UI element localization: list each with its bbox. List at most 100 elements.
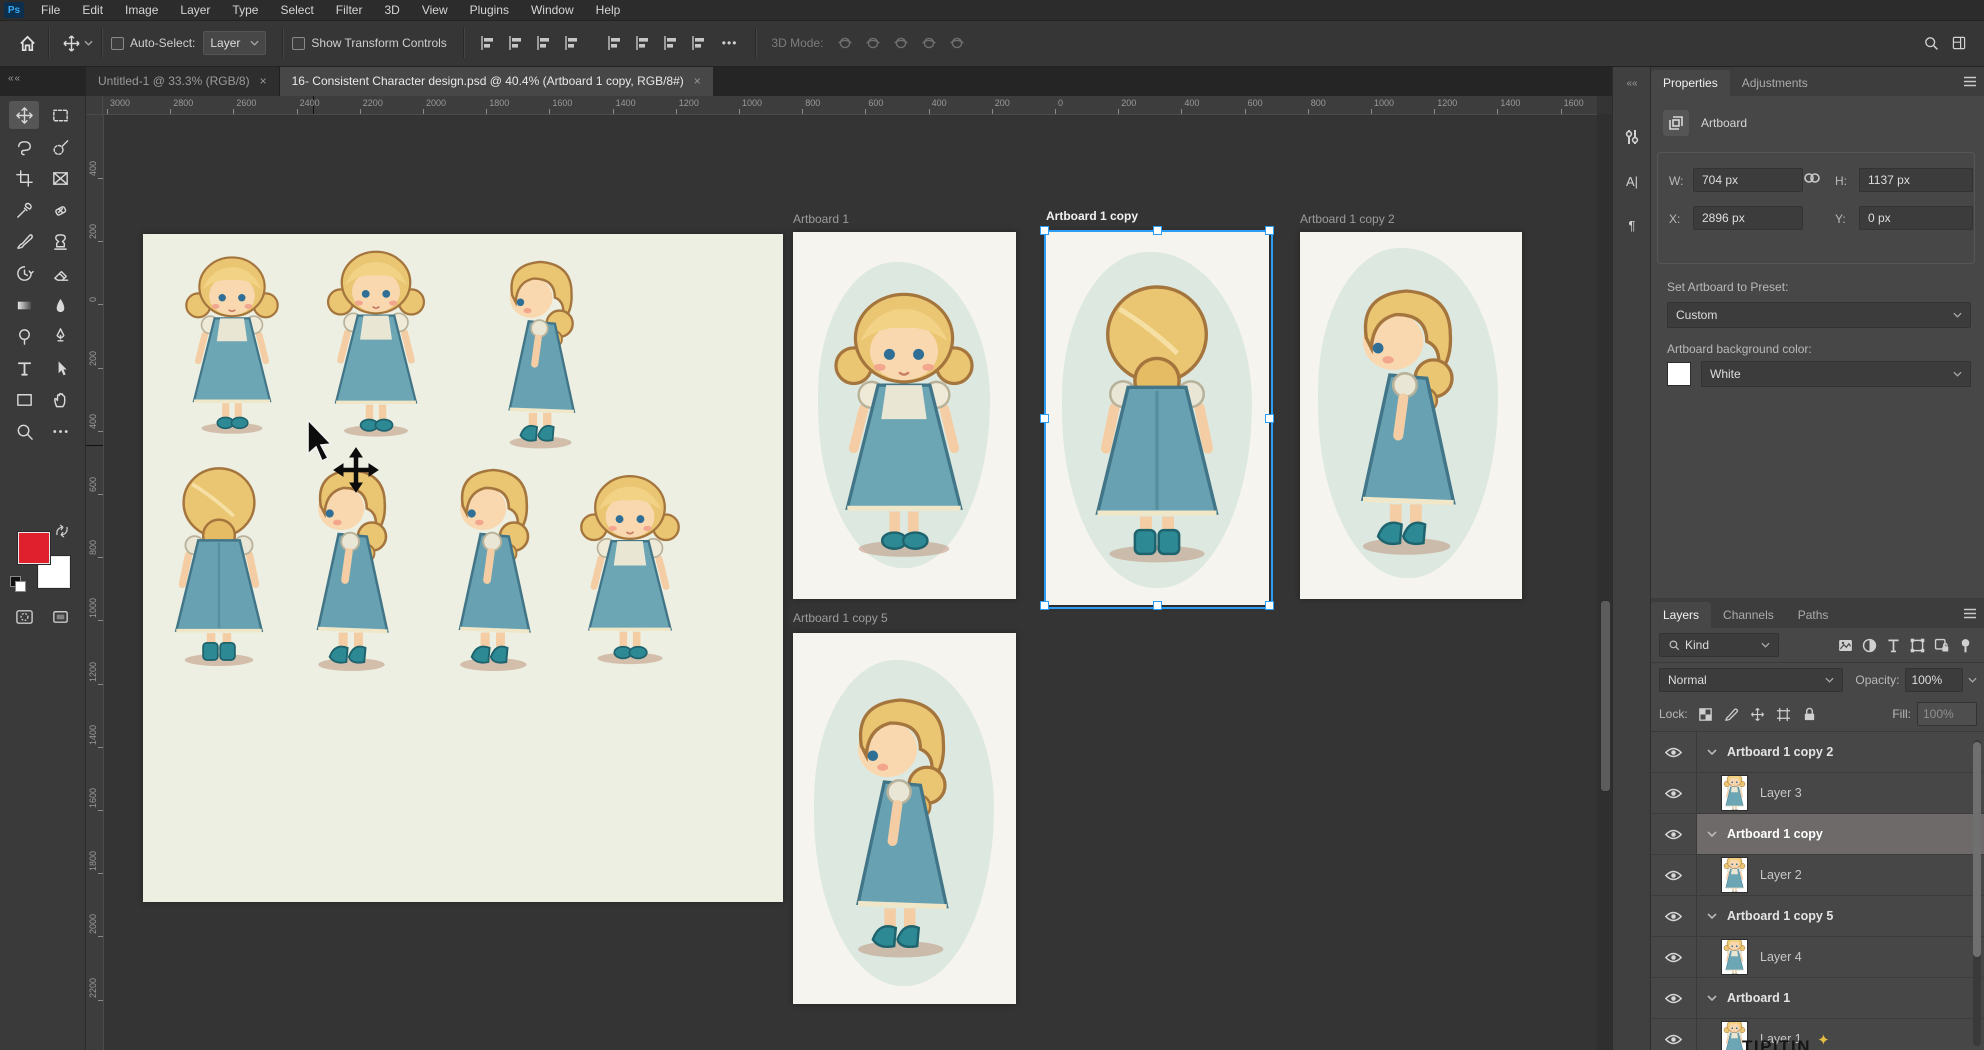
collapse-dock-icon[interactable]: «« [1613, 68, 1651, 98]
foreground-color-swatch[interactable] [18, 532, 50, 564]
lock-artboard-icon[interactable] [1774, 705, 1794, 723]
layer-row[interactable]: Layer 2 [1651, 855, 1984, 896]
gradient-tool[interactable] [9, 291, 39, 319]
auto-select-target-dropdown[interactable]: Layer [203, 31, 266, 55]
tab-paths[interactable]: Paths [1786, 602, 1841, 628]
clone-stamp-tool[interactable] [45, 227, 75, 255]
document-tab-character-design[interactable]: 16- Consistent Character design.psd @ 40… [280, 66, 713, 96]
crop-tool[interactable] [9, 164, 39, 192]
screen-mode-button[interactable] [45, 602, 75, 630]
chevron-down-icon[interactable] [84, 40, 93, 46]
menu-help[interactable]: Help [585, 0, 632, 20]
collapse-toolbar-icon[interactable]: «« [8, 73, 21, 84]
layer-group-row[interactable]: Artboard 1 copy 2 [1651, 732, 1984, 773]
visibility-eye-icon[interactable] [1651, 937, 1697, 977]
blur-tool[interactable] [45, 291, 75, 319]
menu-filter[interactable]: Filter [325, 0, 374, 20]
layer-group-row[interactable]: Artboard 1 copy [1651, 814, 1984, 855]
filter-adjustment-layers-icon[interactable] [1857, 634, 1881, 656]
lock-all-icon[interactable] [1800, 705, 1820, 723]
dodge-tool[interactable] [9, 322, 39, 350]
selection-handle[interactable] [1040, 226, 1049, 235]
menu-file[interactable]: File [30, 0, 71, 20]
hand-tool[interactable] [45, 385, 75, 413]
frame-tool[interactable] [45, 164, 75, 192]
tab-adjustments[interactable]: Adjustments [1730, 70, 1820, 96]
type-tool[interactable] [9, 354, 39, 382]
visibility-eye-icon[interactable] [1651, 814, 1697, 854]
layer-filter-toggle-icon[interactable] [1953, 634, 1977, 656]
search-icon[interactable] [1920, 32, 1942, 54]
opacity-field[interactable]: 100% [1905, 668, 1963, 692]
distribute-vertical-icon[interactable] [687, 32, 709, 54]
auto-select-checkbox[interactable] [111, 37, 124, 50]
home-icon[interactable] [14, 30, 40, 56]
layer-thumbnail[interactable] [1721, 939, 1748, 975]
artboard-label[interactable]: Artboard 1 [793, 212, 849, 226]
more-options-button[interactable]: ••• [722, 36, 738, 50]
selection-handle[interactable] [1153, 226, 1162, 235]
link-dimensions-icon[interactable] [1803, 171, 1821, 185]
y-field[interactable]: 0 px [1859, 206, 1973, 230]
canvas-scrollbar[interactable] [1597, 114, 1612, 1050]
menu-image[interactable]: Image [114, 0, 169, 20]
ruler-origin-corner[interactable] [86, 96, 103, 115]
healing-brush-tool[interactable] [45, 196, 75, 224]
lock-pixels-icon[interactable] [1722, 705, 1742, 723]
panel-menu-icon[interactable] [1963, 74, 1977, 92]
lasso-tool[interactable] [9, 133, 39, 161]
preset-dropdown[interactable]: Custom [1667, 302, 1971, 328]
collapsed-properties-panel-icon[interactable] [1613, 122, 1651, 152]
layers-scrollbar[interactable] [1973, 740, 1981, 1046]
layer-thumbnail[interactable] [1721, 857, 1748, 893]
chevron-down-icon[interactable] [1707, 995, 1719, 1001]
opacity-chevron-icon[interactable] [1968, 677, 1977, 683]
filter-pixel-layers-icon[interactable] [1833, 634, 1857, 656]
chevron-down-icon[interactable] [1707, 913, 1719, 919]
canvas-scrollbar-thumb[interactable] [1600, 600, 1611, 792]
lock-position-icon[interactable] [1748, 705, 1768, 723]
lock-transparency-icon[interactable] [1696, 705, 1716, 723]
layer-filter-dropdown[interactable]: Kind [1659, 633, 1779, 657]
panel-menu-icon[interactable] [1963, 606, 1977, 624]
document-tab-untitled[interactable]: Untitled-1 @ 33.3% (RGB/8) × [86, 66, 280, 96]
align-center-horizontal-icon[interactable] [504, 32, 526, 54]
visibility-eye-icon[interactable] [1651, 732, 1697, 772]
distribute-left-icon[interactable] [603, 32, 625, 54]
blend-mode-dropdown[interactable]: Normal [1659, 668, 1843, 692]
selection-handle[interactable] [1265, 601, 1274, 610]
align-top-icon[interactable] [560, 32, 582, 54]
layer-row[interactable]: Layer 4 [1651, 937, 1984, 978]
layer-group-row[interactable]: Artboard 1 [1651, 978, 1984, 1019]
close-icon[interactable]: × [260, 74, 267, 88]
eraser-tool[interactable] [45, 259, 75, 287]
selection-handle[interactable] [1040, 601, 1049, 610]
visibility-eye-icon[interactable] [1651, 855, 1697, 895]
artboard-label[interactable]: Artboard 1 copy [1046, 209, 1138, 223]
history-brush-tool[interactable] [9, 259, 39, 287]
zoom-tool[interactable] [9, 417, 39, 445]
distribute-center-icon[interactable] [631, 32, 653, 54]
menu-plugins[interactable]: Plugins [459, 0, 520, 20]
layer-row[interactable]: Layer 3 [1651, 773, 1984, 814]
menu-layer[interactable]: Layer [169, 0, 221, 20]
chevron-down-icon[interactable] [1707, 831, 1719, 837]
visibility-eye-icon[interactable] [1651, 1019, 1697, 1050]
visibility-eye-icon[interactable] [1651, 773, 1697, 813]
menu-type[interactable]: Type [221, 0, 269, 20]
artboard-background-swatch[interactable] [1667, 362, 1691, 386]
tab-properties[interactable]: Properties [1651, 70, 1730, 96]
x-field[interactable]: 2896 px [1693, 206, 1803, 230]
layers-scrollbar-thumb[interactable] [1973, 742, 1981, 957]
move-tool[interactable] [9, 101, 39, 129]
collapsed-paragraph-panel-icon[interactable]: ¶ [1613, 210, 1651, 240]
align-left-icon[interactable] [476, 32, 498, 54]
chevron-down-icon[interactable] [1707, 749, 1719, 755]
menu-view[interactable]: View [411, 0, 459, 20]
height-field[interactable]: 1137 px [1859, 168, 1973, 192]
align-right-icon[interactable] [532, 32, 554, 54]
move-tool-indicator-icon[interactable] [58, 30, 84, 56]
eyedropper-tool[interactable] [9, 196, 39, 224]
width-field[interactable]: 704 px [1693, 168, 1803, 192]
menu-select[interactable]: Select [269, 0, 324, 20]
